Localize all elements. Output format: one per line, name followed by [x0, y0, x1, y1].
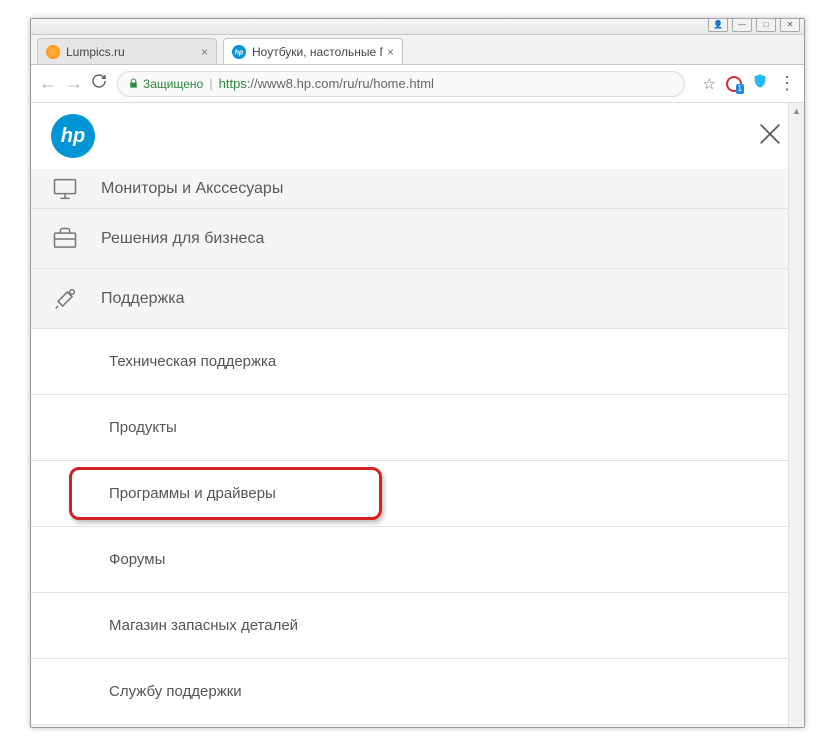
adblock-extension-icon[interactable] [726, 76, 742, 92]
browser-window: 👤 — □ ✕ Lumpics.ru × hp Ноутбуки, настол… [30, 18, 805, 728]
tab-hp[interactable]: hp Ноутбуки, настольные П × [223, 38, 403, 64]
page-content: hp Мониторы и Акссесуары Решения для биз… [31, 103, 804, 727]
window-maximize-button[interactable]: □ [756, 18, 776, 32]
nav-item-label: Поддержка [101, 290, 184, 308]
nav-item-label: Мониторы и Акссесуары [101, 180, 283, 198]
sub-item-tech-support[interactable]: Техническая поддержка [31, 329, 804, 395]
back-button[interactable]: ← [39, 73, 55, 94]
tools-icon [51, 285, 79, 313]
scrollbar[interactable]: ▲ [788, 103, 804, 727]
nav-item-label: Решения для бизнеса [101, 230, 264, 248]
sub-item-label: Программы и драйверы [109, 485, 276, 502]
url-text: https://www8.hp.com/ru/ru/home.html [219, 76, 434, 91]
browser-menu-button[interactable]: ⋮ [778, 73, 796, 94]
hp-logo[interactable]: hp [51, 114, 95, 158]
bookmark-star-icon[interactable]: ☆ [703, 75, 716, 93]
hp-favicon: hp [232, 45, 246, 59]
sub-item-products[interactable]: Продукты [31, 395, 804, 461]
tab-title: Lumpics.ru [66, 45, 197, 59]
window-titlebar[interactable]: 👤 — □ ✕ [31, 19, 804, 35]
sub-item-drivers[interactable]: Программы и драйверы [31, 461, 804, 527]
shield-extension-icon[interactable] [752, 73, 768, 94]
briefcase-icon [51, 225, 79, 253]
secure-label: Защищено [143, 77, 203, 91]
url-field[interactable]: Защищено | https://www8.hp.com/ru/ru/hom… [117, 71, 685, 97]
sub-item-label: Форумы [109, 551, 165, 568]
tab-close-icon[interactable]: × [201, 45, 208, 59]
sub-item-spare-parts[interactable]: Магазин запасных деталей [31, 593, 804, 659]
scroll-up-arrow[interactable]: ▲ [789, 103, 804, 119]
nav-item-support[interactable]: Поддержка [31, 269, 804, 329]
nav-menu: Мониторы и Акссесуары Решения для бизнес… [31, 169, 804, 725]
sub-item-label: Техническая поддержка [109, 353, 276, 370]
monitor-icon [51, 175, 79, 203]
tab-lumpics[interactable]: Lumpics.ru × [37, 38, 217, 64]
nav-item-business[interactable]: Решения для бизнеса [31, 209, 804, 269]
tab-title: Ноутбуки, настольные П [252, 45, 383, 59]
forward-button[interactable]: → [65, 73, 81, 94]
tab-strip: Lumpics.ru × hp Ноутбуки, настольные П × [31, 35, 804, 65]
window-close-button[interactable]: ✕ [780, 18, 800, 32]
window-minimize-button[interactable]: — [732, 18, 752, 32]
separator: | [209, 76, 212, 91]
sub-item-support-service[interactable]: Службу поддержки [31, 659, 804, 725]
address-bar: ← → Защищено | https://www8.hp.com/ru/ru… [31, 65, 804, 103]
sub-item-label: Продукты [109, 419, 177, 436]
nav-item-monitors[interactable]: Мониторы и Акссесуары [31, 169, 804, 209]
sub-item-forums[interactable]: Форумы [31, 527, 804, 593]
sub-item-label: Службу поддержки [109, 683, 242, 700]
site-header: hp [31, 103, 804, 169]
window-user-button[interactable]: 👤 [708, 18, 728, 32]
sub-item-label: Магазин запасных деталей [109, 617, 298, 634]
tab-close-icon[interactable]: × [387, 45, 394, 59]
reload-button[interactable] [91, 73, 107, 94]
orange-favicon [46, 45, 60, 59]
close-menu-button[interactable] [756, 120, 784, 153]
lock-icon: Защищено [128, 77, 203, 91]
svg-text:hp: hp [235, 49, 244, 56]
